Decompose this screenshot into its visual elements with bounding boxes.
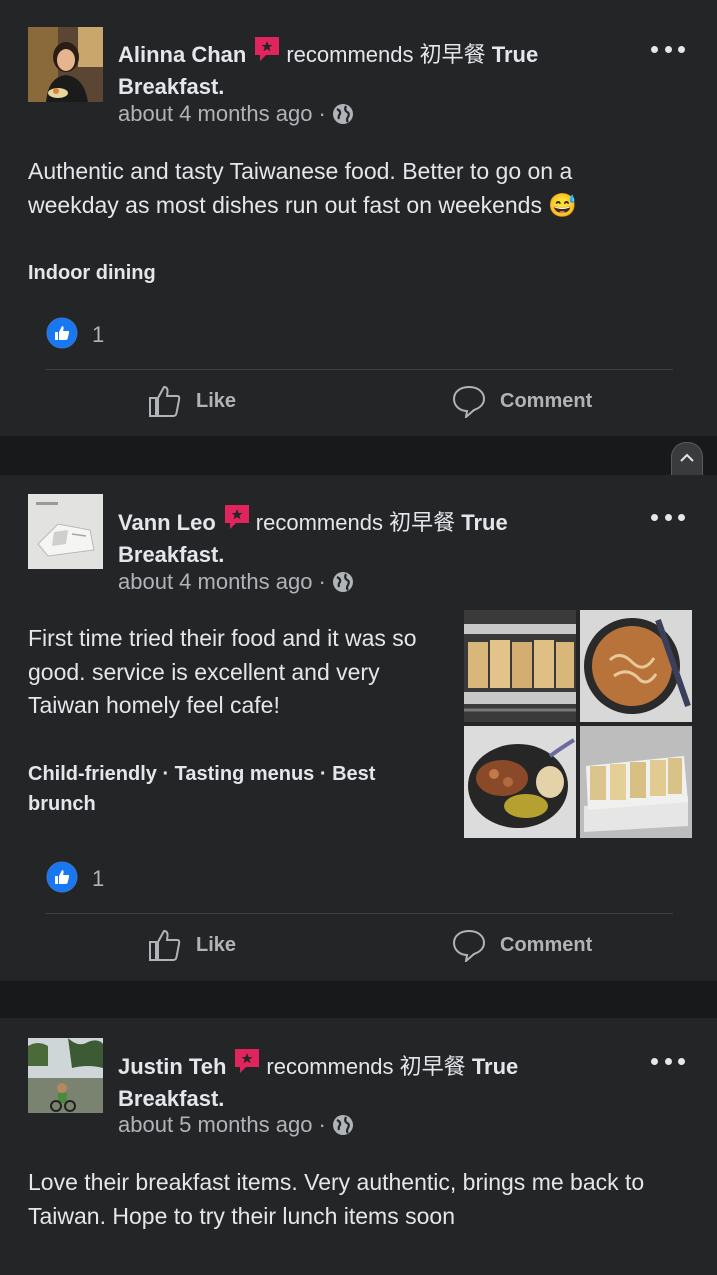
- timestamp[interactable]: about 4 months ago: [118, 101, 312, 126]
- like-button[interactable]: Like: [148, 384, 236, 418]
- food-photo[interactable]: [580, 610, 692, 722]
- author-name[interactable]: Alinna Chan: [118, 42, 246, 67]
- timestamp[interactable]: about 4 months ago: [118, 569, 312, 594]
- place-en-2: Breakfast: [118, 542, 219, 567]
- food-photo[interactable]: [464, 726, 576, 838]
- comment-icon: [452, 385, 486, 418]
- review-tags: Indoor dining: [28, 262, 156, 284]
- place-en-2: Breakfast: [118, 1086, 219, 1111]
- globe-icon: [332, 101, 354, 126]
- recommends-verb: recommends: [255, 510, 383, 535]
- review-tags: Child-friendly · Tasting menus · Best br…: [28, 763, 376, 815]
- place-en: True: [461, 510, 508, 535]
- divider: [46, 369, 673, 370]
- post-meta: about 4 months ago ·: [118, 99, 354, 129]
- chevron-up-icon[interactable]: [679, 451, 695, 469]
- post-header: Alinna Chan recommends 初早餐 True Breakfast.: [118, 34, 648, 102]
- post-header: Justin Teh recommends 初早餐 True Breakfast.: [118, 1046, 648, 1114]
- comment-label: Comment: [500, 933, 593, 956]
- recommends-badge-icon: [252, 34, 282, 72]
- avatar[interactable]: [28, 1038, 103, 1113]
- review-text: Love their breakfast items. Very authent…: [28, 1169, 645, 1229]
- more-options-button[interactable]: [651, 34, 685, 64]
- place-en-2: Breakfast: [118, 74, 219, 99]
- avatar[interactable]: [28, 494, 103, 569]
- like-label: Like: [196, 933, 237, 956]
- review-post: Alinna Chan recommends 初早餐 True Breakfast.…: [0, 0, 717, 436]
- comment-icon: [452, 929, 486, 962]
- recommends-badge-icon: [232, 1046, 262, 1084]
- timestamp[interactable]: about 5 months ago: [118, 1112, 312, 1137]
- globe-icon: [332, 1112, 354, 1137]
- review-text: Authentic and tasty Taiwanese food. Bett…: [28, 158, 577, 218]
- more-options-button[interactable]: [651, 502, 685, 532]
- comment-button[interactable]: Comment: [452, 384, 592, 418]
- like-reaction-icon: [46, 317, 78, 354]
- thumbs-up-icon: [149, 929, 181, 961]
- author-name[interactable]: Vann Leo: [118, 510, 216, 535]
- review-text: First time tried their food and it was s…: [28, 625, 417, 718]
- reaction-summary[interactable]: 1: [46, 861, 105, 894]
- place-en: True: [471, 1054, 519, 1079]
- place-en: True: [491, 42, 539, 67]
- photo-grid[interactable]: [464, 610, 692, 838]
- more-options-button[interactable]: [651, 1046, 685, 1076]
- globe-icon: [332, 569, 354, 594]
- food-photo[interactable]: [580, 726, 692, 838]
- reaction-summary[interactable]: 1: [46, 317, 105, 350]
- post-header: Vann Leo recommends 初早餐 True Breakfast.: [118, 502, 648, 570]
- place-cjk: 初早餐: [399, 1054, 466, 1079]
- post-meta: about 5 months ago ·: [118, 1110, 354, 1140]
- like-button[interactable]: Like: [148, 928, 236, 962]
- avatar[interactable]: [28, 27, 103, 102]
- comment-label: Comment: [500, 389, 593, 412]
- review-post: Justin Teh recommends 初早餐 True Breakfast. …: [0, 1018, 717, 1275]
- recommends-verb: recommends: [266, 1054, 394, 1079]
- post-meta: about 4 months ago ·: [118, 567, 354, 597]
- review-post: Vann Leo recommends 初早餐 True Breakfast. ab…: [0, 475, 717, 981]
- divider: [46, 913, 673, 914]
- comment-button[interactable]: Comment: [452, 928, 592, 962]
- recommends-badge-icon: [222, 502, 252, 540]
- recommends-verb: recommends: [286, 42, 414, 67]
- like-count: 1: [92, 866, 105, 891]
- place-cjk: 初早餐: [389, 510, 456, 535]
- place-cjk: 初早餐: [419, 42, 486, 67]
- author-name[interactable]: Justin Teh: [118, 1054, 226, 1079]
- thumbs-up-icon: [149, 385, 181, 417]
- like-count: 1: [92, 322, 105, 347]
- like-label: Like: [196, 389, 237, 412]
- like-reaction-icon: [46, 861, 78, 898]
- food-photo[interactable]: [464, 610, 576, 722]
